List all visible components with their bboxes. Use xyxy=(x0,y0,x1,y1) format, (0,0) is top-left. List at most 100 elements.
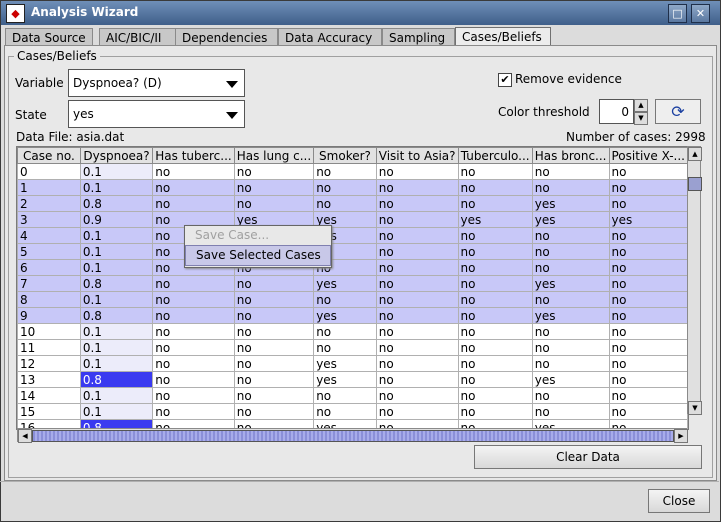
table-row[interactable]: 1 0.1 no no no no no no no xyxy=(17,179,688,196)
table-row[interactable]: 60.1nonononononono xyxy=(17,259,688,276)
menu-item-save-selected-cases[interactable]: Save Selected Cases xyxy=(185,245,331,266)
table-cell[interactable]: no xyxy=(375,259,459,276)
refresh-button[interactable]: ⟳ xyxy=(655,99,701,124)
clear-data-button[interactable]: Clear Data xyxy=(474,445,702,469)
table-cell[interactable]: no xyxy=(531,355,610,372)
table-cell[interactable]: 9 xyxy=(17,307,81,324)
table-cell[interactable]: 0.1 xyxy=(79,243,154,260)
table-cell[interactable]: no xyxy=(531,403,610,420)
table-cell[interactable]: no xyxy=(531,387,610,404)
table-cell[interactable]: no xyxy=(457,291,533,308)
table-cell[interactable]: no xyxy=(457,355,533,372)
table-cell[interactable]: no xyxy=(375,339,459,356)
column-header[interactable]: Has bronc... xyxy=(531,147,610,164)
table-row[interactable]: 13 0.8 no no yes no no yes no xyxy=(17,371,688,388)
table-cell[interactable]: 8 xyxy=(17,291,81,308)
column-header[interactable]: Positive X-... xyxy=(608,147,688,164)
table-cell[interactable]: no xyxy=(375,163,459,180)
table-cell[interactable]: yes xyxy=(531,307,610,324)
table-cell[interactable]: no xyxy=(608,259,688,276)
spinner-up-icon[interactable]: ▲ xyxy=(634,99,648,112)
scroll-up-icon[interactable]: ▲ xyxy=(688,147,702,161)
table-cell[interactable]: no xyxy=(608,339,688,356)
table-cell[interactable]: no xyxy=(233,355,315,372)
table-cell[interactable]: no xyxy=(313,403,377,420)
table-cell[interactable]: 0.1 xyxy=(79,227,154,244)
table-cell[interactable]: 0.1 xyxy=(79,387,154,404)
variable-select[interactable]: Dyspnoea? (D) xyxy=(68,69,245,97)
table-cell[interactable]: yes xyxy=(313,275,377,292)
table-cell[interactable]: 10 xyxy=(17,323,81,340)
table-cell[interactable]: no xyxy=(375,291,459,308)
table-cell[interactable]: 14 xyxy=(17,387,81,404)
table-cell[interactable]: 6 xyxy=(17,259,81,276)
table-cell[interactable]: no xyxy=(457,307,533,324)
tab-aic-bic[interactable]: AIC/BIC/II xyxy=(99,28,179,46)
table-cell[interactable]: no xyxy=(375,227,459,244)
table-cell[interactable]: no xyxy=(531,243,610,260)
table-cell[interactable]: yes xyxy=(531,275,610,292)
table-cell[interactable]: no xyxy=(608,227,688,244)
table-cell[interactable]: no xyxy=(313,163,377,180)
table-cell[interactable]: no xyxy=(313,195,377,212)
table-cell[interactable]: no xyxy=(152,387,235,404)
table-row[interactable]: 2 0.8 no no no no no yes no xyxy=(17,195,688,212)
table-cell[interactable]: 1 xyxy=(17,179,81,196)
table-cell[interactable]: no xyxy=(233,291,315,308)
table-cell[interactable]: no xyxy=(531,323,610,340)
horizontal-scrollbar[interactable]: ◀ ▶ xyxy=(17,428,688,443)
table-cell[interactable]: no xyxy=(457,227,533,244)
tab-data-accuracy[interactable]: Data Accuracy xyxy=(278,28,382,46)
table-cell[interactable]: no xyxy=(152,371,235,388)
close-icon[interactable]: ✕ xyxy=(691,4,710,23)
table-cell[interactable]: 0.1 xyxy=(79,355,154,372)
table-cell[interactable]: no xyxy=(531,227,610,244)
table-cell[interactable]: 0.1 xyxy=(79,403,154,420)
table-row[interactable]: 7 0.8 no no yes no no yes no xyxy=(17,275,688,292)
table-cell[interactable]: no xyxy=(152,179,235,196)
color-threshold-input[interactable]: 0 xyxy=(599,99,634,124)
table-cell[interactable]: yes xyxy=(313,307,377,324)
table-cell[interactable]: 0.1 xyxy=(79,259,154,276)
table-cell[interactable]: no xyxy=(531,259,610,276)
table-cell[interactable]: yes xyxy=(531,371,610,388)
table-cell[interactable]: no xyxy=(152,339,235,356)
horizontal-scroll-thumb[interactable] xyxy=(32,430,674,442)
table-cell[interactable]: no xyxy=(375,307,459,324)
table-cell[interactable]: no xyxy=(457,195,533,212)
table-cell[interactable]: yes xyxy=(531,211,610,228)
column-header[interactable]: Case no. xyxy=(17,147,81,164)
column-header[interactable]: Visit to Asia? xyxy=(375,147,459,164)
table-cell[interactable]: no xyxy=(531,291,610,308)
close-button[interactable]: Close xyxy=(648,489,710,513)
color-threshold-stepper[interactable]: ▲ ▼ xyxy=(634,99,648,125)
table-row[interactable]: 11 0.1 no no no no no no no xyxy=(17,339,688,356)
table-cell[interactable]: no xyxy=(608,195,688,212)
table-row[interactable]: 8 0.1 no no no no no no no xyxy=(17,291,688,308)
table-cell[interactable]: no xyxy=(152,403,235,420)
table-row[interactable]: 3 0.9 no yes yes no yes yes yes xyxy=(17,211,688,228)
table-cell[interactable]: 0.8 xyxy=(79,195,154,212)
spinner-down-icon[interactable]: ▼ xyxy=(634,112,648,125)
table-cell[interactable]: 5 xyxy=(17,243,81,260)
table-cell[interactable]: no xyxy=(233,275,315,292)
menu-item-save-case[interactable]: Save Case... xyxy=(185,226,331,245)
table-cell[interactable]: no xyxy=(233,323,315,340)
table-cell[interactable]: no xyxy=(608,179,688,196)
table-cell[interactable]: no xyxy=(313,291,377,308)
table-cell[interactable]: no xyxy=(375,211,459,228)
title-bar[interactable]: ◆ Analysis Wizard □ ✕ xyxy=(1,1,720,25)
table-row[interactable]: 40.1nonoyesnononono xyxy=(17,227,688,244)
table-cell[interactable]: no xyxy=(457,179,533,196)
table-cell[interactable]: no xyxy=(375,371,459,388)
table-cell[interactable]: no xyxy=(233,307,315,324)
table-cell[interactable]: no xyxy=(233,371,315,388)
table-cell[interactable]: no xyxy=(457,387,533,404)
table-cell[interactable]: no xyxy=(457,275,533,292)
table-cell[interactable]: no xyxy=(457,403,533,420)
tab-data-source[interactable]: Data Source xyxy=(5,28,93,46)
table-cell[interactable]: no xyxy=(608,291,688,308)
table-cell[interactable]: no xyxy=(313,179,377,196)
table-cell[interactable]: no xyxy=(375,387,459,404)
table-cell[interactable]: 3 xyxy=(17,211,81,228)
